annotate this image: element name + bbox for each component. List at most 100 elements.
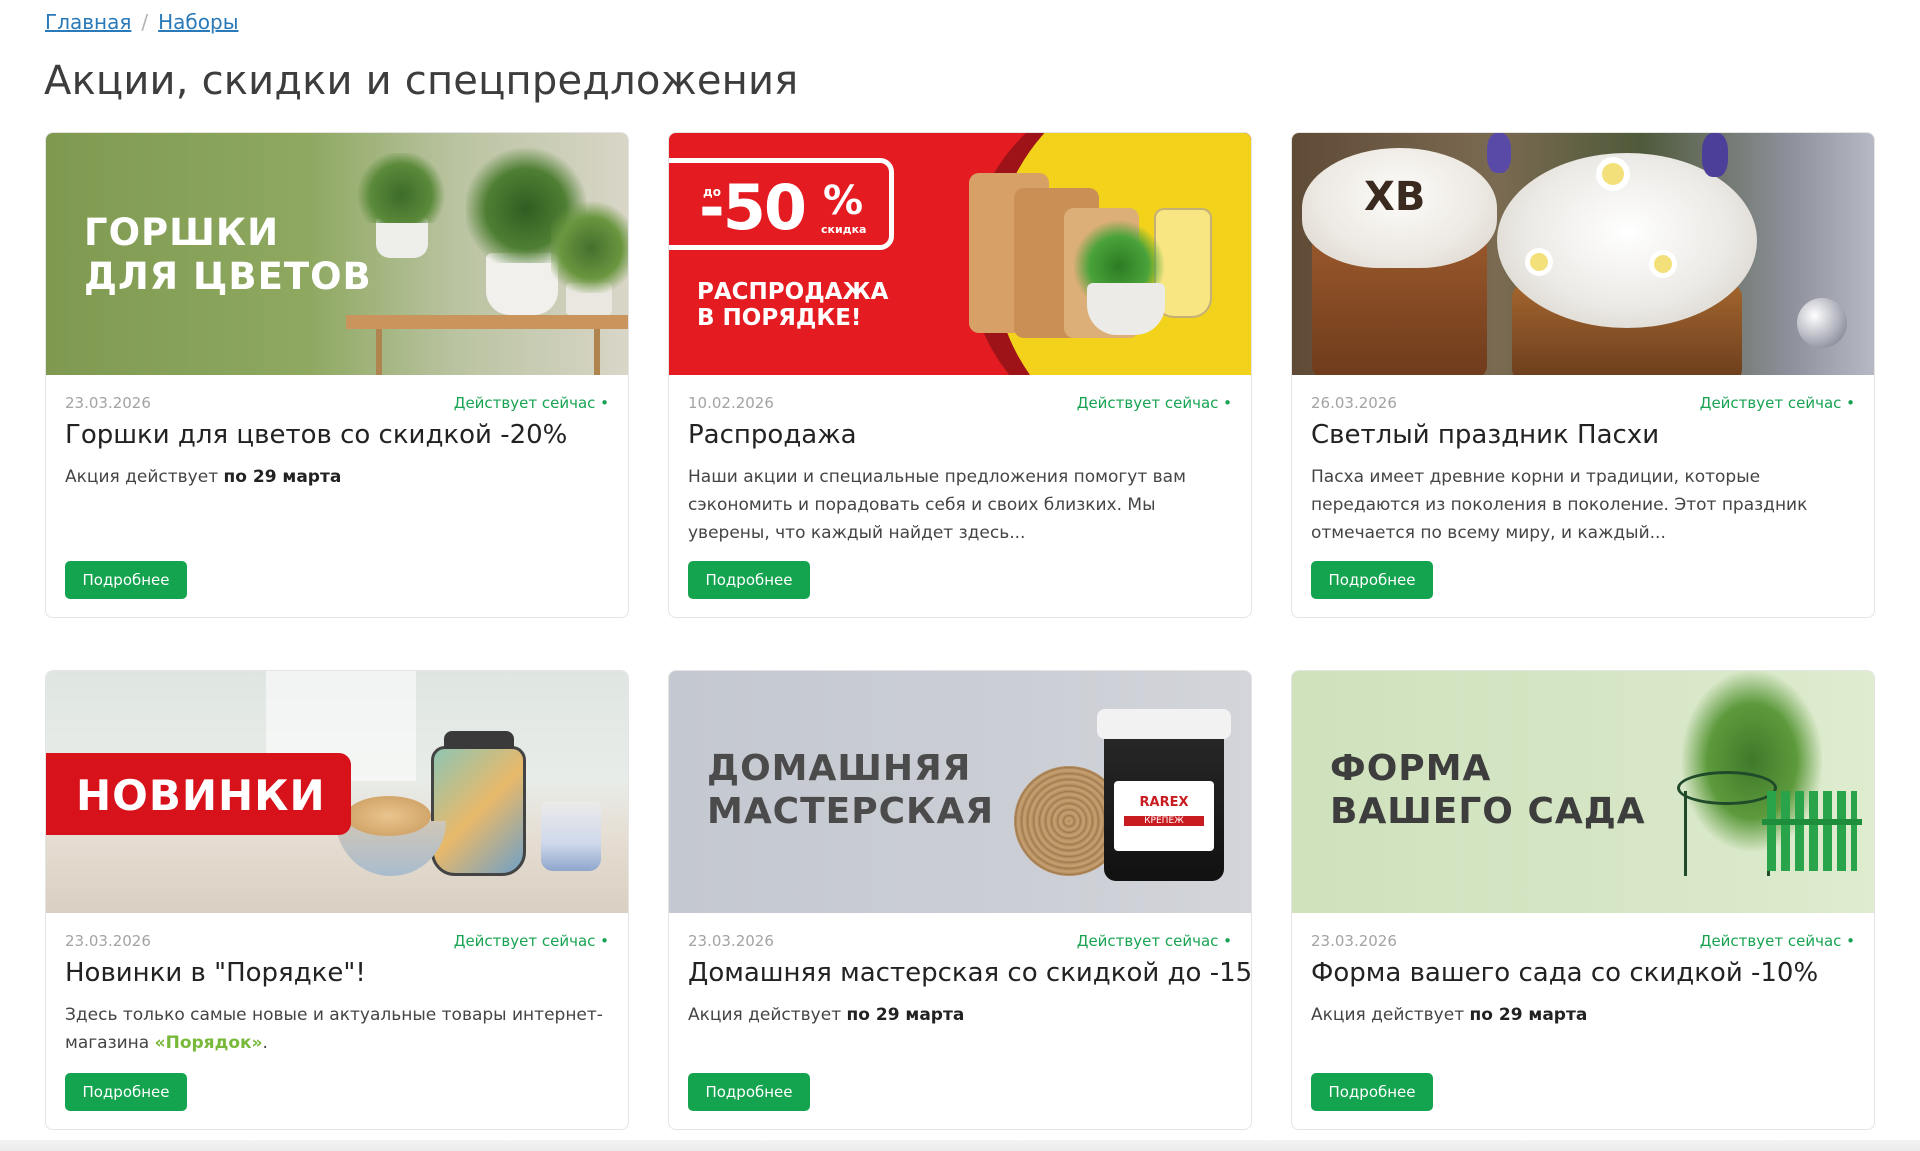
card-title[interactable]: Светлый праздник Пасхи bbox=[1311, 417, 1855, 453]
card-body: 23.03.2026 Действует сейчас • Домашняя м… bbox=[669, 913, 1251, 1029]
details-button[interactable]: Подробнее bbox=[688, 561, 810, 599]
card-text-prefix: Акция действует bbox=[65, 467, 224, 487]
banner-easter[interactable]: ХВ bbox=[1292, 133, 1874, 375]
card-title[interactable]: Горшки для цветов со скидкой -20% bbox=[65, 417, 609, 453]
shelf-shape bbox=[346, 315, 628, 329]
status-badge: Действует сейчас • bbox=[1076, 394, 1232, 412]
card-title[interactable]: Форма вашего сада со скидкой -10% bbox=[1311, 955, 1855, 991]
card-meta: 23.03.2026 Действует сейчас • bbox=[65, 931, 609, 951]
flower-shape bbox=[1654, 255, 1672, 273]
status-badge: Действует сейчас • bbox=[453, 932, 609, 950]
banner-line-1: ФОРМА bbox=[1330, 748, 1492, 789]
card-date: 10.02.2026 bbox=[688, 394, 774, 412]
promo-grid: ГОРШКИ ДЛЯ ЦВЕТОВ 23.03.2026 Действует с… bbox=[45, 132, 1875, 1130]
breadcrumb-current-link[interactable]: Наборы bbox=[158, 10, 238, 34]
banner-garden[interactable]: ФОРМА ВАШЕГО САДА bbox=[1292, 671, 1874, 913]
flower-shape bbox=[1602, 163, 1624, 185]
banner-sale[interactable]: до -50 % скидка РАСПРОДАЖА В ПОРЯДКЕ! bbox=[669, 133, 1251, 375]
plant-support-shape bbox=[1677, 771, 1777, 805]
card-title[interactable]: Распродажа bbox=[688, 417, 1232, 453]
card-body: 26.03.2026 Действует сейчас • Светлый пр… bbox=[1292, 375, 1874, 547]
card-date: 23.03.2026 bbox=[65, 932, 151, 950]
pot-shape bbox=[376, 218, 428, 258]
card-description: Наши акции и специальные предложения пом… bbox=[688, 467, 1186, 543]
card-date: 26.03.2026 bbox=[1311, 394, 1397, 412]
garden-fence-shape bbox=[1767, 791, 1857, 871]
status-badge: Действует сейчас • bbox=[1699, 394, 1855, 412]
banner-line-2: В ПОРЯДКЕ! bbox=[697, 305, 862, 332]
promo-card-flower-pots[interactable]: ГОРШКИ ДЛЯ ЦВЕТОВ 23.03.2026 Действует с… bbox=[45, 132, 629, 618]
teapot-shape bbox=[431, 746, 526, 876]
banner-headline: РАСПРОДАЖА В ПОРЯДКЕ! bbox=[697, 279, 888, 332]
banner-line-2: МАСТЕРСКАЯ bbox=[707, 791, 995, 833]
card-meta: 23.03.2026 Действует сейчас • bbox=[688, 931, 1232, 951]
card-meta: 23.03.2026 Действует сейчас • bbox=[65, 393, 609, 413]
card-title[interactable]: Домашняя мастерская со скидкой до -15% bbox=[688, 955, 1251, 991]
banner-headline: ГОРШКИ ДЛЯ ЦВЕТОВ bbox=[84, 211, 372, 300]
jar-label: RAREX КРЕПЕЖ bbox=[1114, 781, 1214, 851]
card-description: Пасха имеет древние корни и традиции, ко… bbox=[1311, 467, 1808, 543]
breadcrumb: Главная / Наборы bbox=[45, 10, 239, 34]
details-button[interactable]: Подробнее bbox=[1311, 1073, 1433, 1111]
breadcrumb-separator: / bbox=[141, 10, 149, 34]
card-meta: 26.03.2026 Действует сейчас • bbox=[1311, 393, 1855, 413]
discount-percent: % bbox=[823, 178, 864, 224]
promo-card-garden[interactable]: ФОРМА ВАШЕГО САДА 23.03.2026 Действует с… bbox=[1291, 670, 1875, 1130]
discount-word: скидка bbox=[821, 223, 867, 236]
promo-card-sale[interactable]: до -50 % скидка РАСПРОДАЖА В ПОРЯДКЕ! 10… bbox=[668, 132, 1252, 618]
banner-line-2: ДЛЯ ЦВЕТОВ bbox=[84, 255, 372, 299]
card-description: Акция действует по 29 марта bbox=[1311, 1001, 1857, 1029]
status-badge: Действует сейчас • bbox=[1076, 932, 1232, 950]
leaf-shape bbox=[551, 193, 628, 293]
jar-lid-shape bbox=[1097, 709, 1231, 739]
details-button[interactable]: Подробнее bbox=[1311, 561, 1433, 599]
card-body: 23.03.2026 Действует сейчас • Новинки в … bbox=[46, 913, 628, 1057]
promo-card-home-workshop[interactable]: RAREX КРЕПЕЖ ДОМАШНЯЯ МАСТЕРСКАЯ 23.03.2… bbox=[668, 670, 1252, 1130]
breadcrumb-home-link[interactable]: Главная bbox=[45, 10, 131, 34]
bread-shape bbox=[346, 796, 431, 836]
card-description: Здесь только самые новые и актуальные то… bbox=[65, 1001, 611, 1057]
status-badge: Действует сейчас • bbox=[453, 394, 609, 412]
card-text-bold: по 29 марта bbox=[223, 467, 342, 487]
card-text-suffix: . bbox=[262, 1033, 268, 1053]
banner-new-arrivals[interactable]: НОВИНКИ bbox=[46, 671, 628, 913]
discount-value: -50 bbox=[699, 171, 807, 244]
card-text-prefix: Акция действует bbox=[1311, 1005, 1470, 1025]
cake-icing-shape bbox=[1497, 153, 1757, 328]
plant-support-leg bbox=[1684, 791, 1687, 876]
card-date: 23.03.2026 bbox=[65, 394, 151, 412]
details-button[interactable]: Подробнее bbox=[65, 1073, 187, 1111]
shelf-leg bbox=[594, 329, 600, 375]
card-description: Акция действует по 29 марта bbox=[65, 463, 611, 491]
card-text-prefix: Здесь только самые новые и актуальные то… bbox=[65, 1005, 603, 1053]
card-text-prefix: Акция действует bbox=[688, 1005, 847, 1025]
card-meta: 10.02.2026 Действует сейчас • bbox=[688, 393, 1232, 413]
promo-card-easter[interactable]: ХВ 26.03.2026 Действует сейчас • Светлый… bbox=[1291, 132, 1875, 618]
teapot-lid-shape bbox=[444, 731, 514, 749]
banner-line-1: РАСПРОДАЖА bbox=[697, 279, 889, 305]
card-date: 23.03.2026 bbox=[1311, 932, 1397, 950]
card-text-bold: по 29 марта bbox=[846, 1005, 965, 1025]
page-title: Акции, скидки и спецпредложения bbox=[44, 58, 799, 104]
card-body: 23.03.2026 Действует сейчас • Горшки для… bbox=[46, 375, 628, 491]
card-body: 10.02.2026 Действует сейчас • Распродажа… bbox=[669, 375, 1251, 547]
mug-shape bbox=[541, 801, 601, 871]
store-link[interactable]: «Порядок» bbox=[155, 1033, 263, 1053]
details-button[interactable]: Подробнее bbox=[65, 561, 187, 599]
banner-home-workshop[interactable]: RAREX КРЕПЕЖ ДОМАШНЯЯ МАСТЕРСКАЯ bbox=[669, 671, 1251, 913]
page-bottom-divider bbox=[0, 1140, 1920, 1151]
hyacinth-shape bbox=[1487, 133, 1511, 173]
status-badge: Действует сейчас • bbox=[1699, 932, 1855, 950]
jar-brand: RAREX bbox=[1139, 795, 1189, 810]
promo-card-new-arrivals[interactable]: НОВИНКИ 23.03.2026 Действует сейчас • Но… bbox=[45, 670, 629, 1130]
card-meta: 23.03.2026 Действует сейчас • bbox=[1311, 931, 1855, 951]
card-description: Акция действует по 29 марта bbox=[688, 1001, 1234, 1029]
banner-line-2: ВАШЕГО САДА bbox=[1330, 791, 1646, 833]
card-title[interactable]: Новинки в "Порядке"! bbox=[65, 955, 609, 991]
details-button[interactable]: Подробнее bbox=[688, 1073, 810, 1111]
banner-flower-pots[interactable]: ГОРШКИ ДЛЯ ЦВЕТОВ bbox=[46, 133, 628, 375]
hyacinth-shape bbox=[1702, 133, 1728, 177]
banner-headline: НОВИНКИ bbox=[76, 771, 326, 820]
card-body: 23.03.2026 Действует сейчас • Форма ваше… bbox=[1292, 913, 1874, 1029]
jar-label-text: КРЕПЕЖ bbox=[1124, 816, 1204, 826]
